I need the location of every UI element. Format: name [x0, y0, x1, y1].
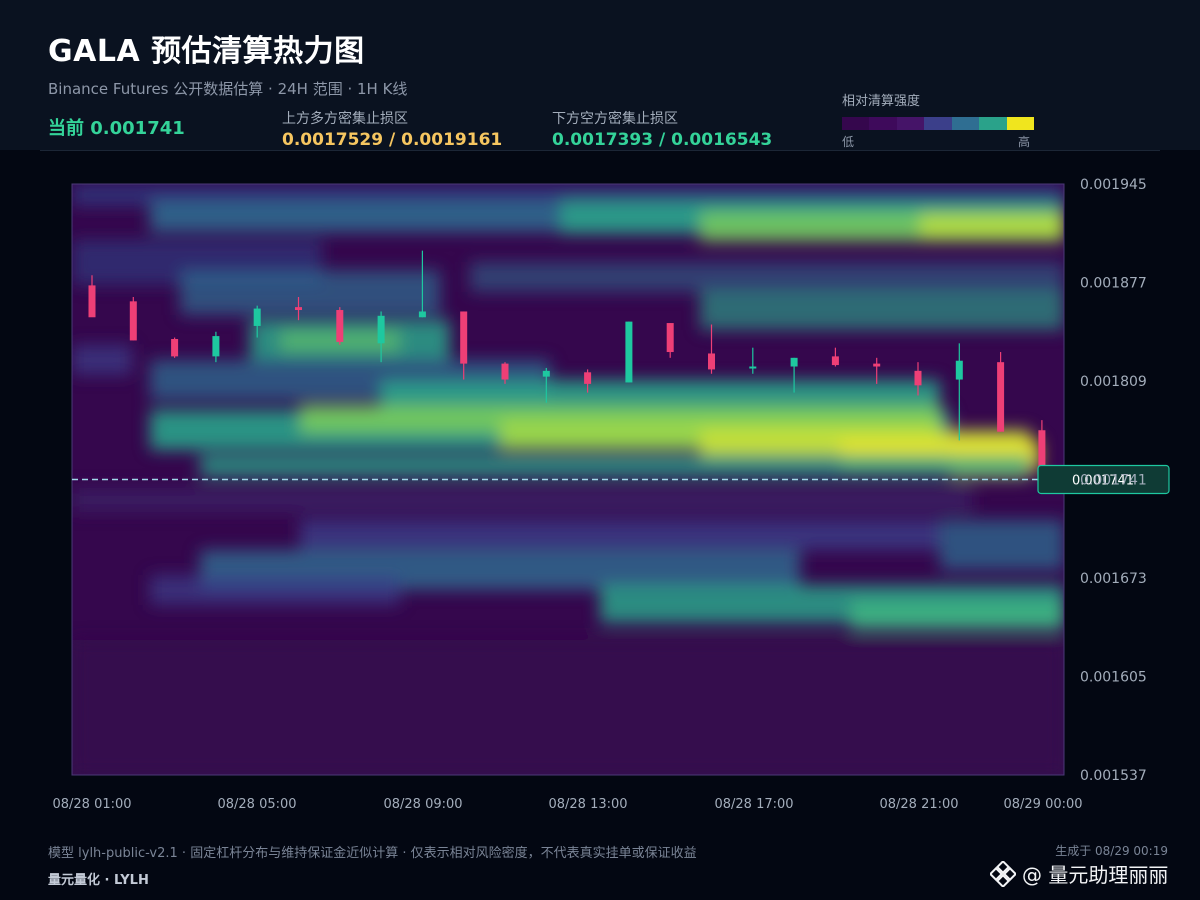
candle-1	[129, 296, 137, 341]
y-tick-label: 0.001945	[1080, 177, 1147, 193]
heat-band-6	[180, 270, 440, 315]
candle-body	[542, 370, 550, 377]
x-axis-ticks: 08/28 01:00 08/28 05:00 08/28 09:00 08/28 1…	[52, 797, 1082, 812]
heat-band-8	[700, 290, 1064, 330]
candle-body	[171, 338, 179, 357]
footer-brand: 量元量化 · LYLH	[48, 873, 149, 888]
x-tick-label: 08/28 21:00	[879, 797, 958, 812]
candle-13	[625, 321, 633, 383]
generated-time: 生成于 08/29 00:19	[1055, 844, 1168, 858]
heat-band-7	[470, 262, 1064, 292]
candle-body	[336, 310, 344, 342]
x-tick-label: 08/28 05:00	[217, 797, 296, 812]
y-tick-label: 0.001605	[1080, 670, 1147, 686]
candle-body	[914, 370, 922, 386]
y-tick-label: 0.001877	[1080, 276, 1147, 292]
candle-body	[997, 362, 1005, 432]
heat-band-21	[72, 488, 972, 512]
candle-body	[873, 363, 881, 367]
candle-body	[501, 363, 509, 380]
heat-band-28	[72, 640, 1064, 775]
y-tick-label: 0.001673	[1080, 571, 1147, 587]
heat-band-27	[850, 600, 1064, 630]
y-axis-ticks: 0.001945 0.001877 0.001809 0.001741 0.001673…	[1080, 177, 1147, 784]
candle-body	[584, 372, 592, 384]
candle-body	[460, 311, 468, 364]
heat-band-9	[72, 345, 132, 375]
y-tick-label: 0.001741	[1080, 473, 1147, 489]
watermark-text: @ 量元助理丽丽	[1022, 863, 1169, 887]
candle-2	[171, 337, 179, 358]
candle-body	[377, 315, 385, 344]
candle-body	[708, 353, 715, 370]
candle-6	[336, 307, 344, 345]
candle-body	[955, 360, 963, 380]
candle-body	[295, 307, 302, 311]
y-tick-label: 0.001809	[1080, 374, 1147, 390]
candle-body	[749, 366, 757, 369]
footer-note: 模型 lylh-public-v2.1 · 固定杠杆分布与维持保证金近似计算 ·…	[48, 846, 697, 861]
candle-body	[625, 321, 633, 383]
heat-band-4	[920, 214, 1064, 238]
candle-body	[88, 285, 96, 318]
x-tick-label: 08/28 01:00	[52, 797, 131, 812]
candle-body	[666, 323, 674, 353]
candle-22	[997, 352, 1005, 432]
candle-body	[129, 301, 137, 341]
x-tick-label: 08/28 17:00	[714, 797, 793, 812]
liquidation-heatmap-chart: 0.001741 0.001945 0.001877 0.001809 0.00174…	[52, 177, 1170, 812]
x-tick-label: 08/28 09:00	[383, 797, 462, 812]
heat-band-22	[300, 520, 940, 550]
binance-logo-icon	[990, 860, 1016, 887]
heat-band-20	[200, 455, 1030, 477]
heat-band-23	[940, 520, 1064, 570]
candle-body	[790, 357, 798, 367]
candle-body	[212, 336, 220, 357]
candle-body	[418, 311, 426, 318]
x-tick-label: 08/28 13:00	[548, 797, 627, 812]
watermark: @ 量元助理丽丽	[990, 859, 1168, 888]
candle-body	[253, 308, 261, 326]
heat-band-25	[150, 575, 400, 605]
candle-body	[831, 356, 839, 366]
x-tick-label: 08/29 00:00	[1003, 797, 1082, 812]
y-tick-label: 0.001537	[1080, 768, 1147, 784]
